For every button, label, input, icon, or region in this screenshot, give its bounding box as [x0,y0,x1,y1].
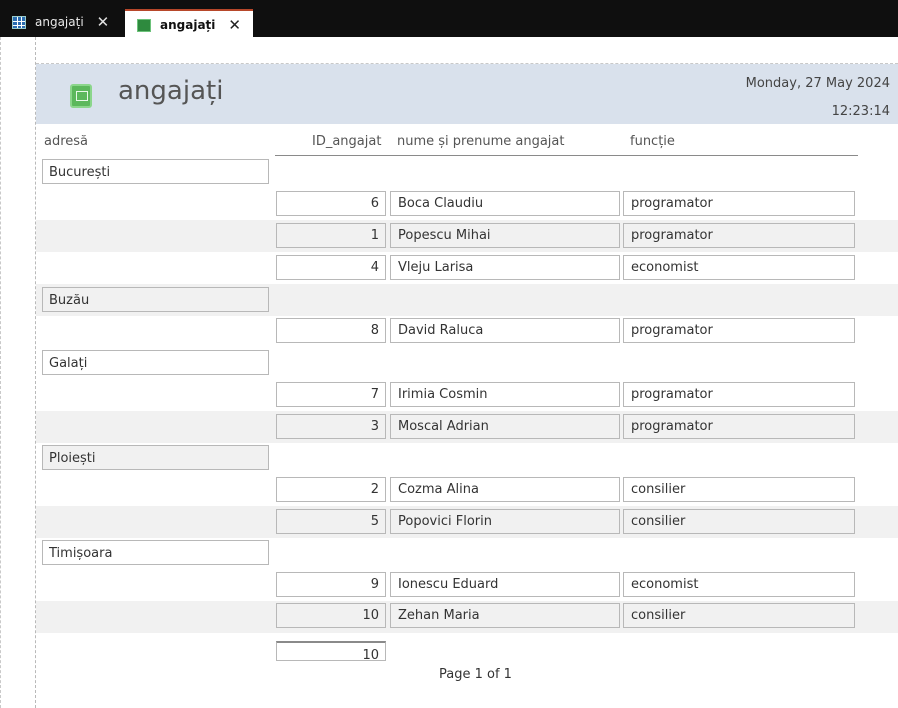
document-tab-bar: angajați ✕ angajați ✕ [0,0,898,39]
close-icon[interactable]: ✕ [228,16,241,34]
tab-label: angajați [160,18,216,32]
cell-id: 10 [276,603,386,628]
cell-name: Moscal Adrian [390,414,620,439]
tab-angajati-report[interactable]: angajați ✕ [125,9,253,39]
tab-label: angajați [35,15,84,29]
cell-name: Zehan Maria [390,603,620,628]
cell-id: 5 [276,509,386,534]
close-icon[interactable]: ✕ [97,13,110,31]
cell-function: programator [623,191,855,216]
column-header-name: nume și prenume angajat [397,134,565,149]
group-header-city: București [42,159,269,184]
tab-angajati-table[interactable]: angajați ✕ [12,9,109,35]
cell-function: consilier [623,477,855,502]
cell-name: Cozma Alina [390,477,620,502]
cell-function: consilier [623,509,855,534]
cell-name: David Raluca [390,318,620,343]
column-header-function: funcție [630,134,675,149]
report-time: 12:23:14 [831,104,890,119]
page-number: Page 1 of 1 [439,667,512,682]
group-header-city: Ploiești [42,445,269,470]
cell-function: programator [623,382,855,407]
report-icon [137,18,151,32]
cell-id: 3 [276,414,386,439]
cell-name: Popescu Mihai [390,223,620,248]
report-date: Monday, 27 May 2024 [745,76,890,91]
cell-function: economist [623,572,855,597]
report-title: angajați [118,76,224,106]
cell-function: economist [623,255,855,280]
cell-id: 9 [276,572,386,597]
cell-name: Popovici Florin [390,509,620,534]
cell-function: consilier [623,603,855,628]
cell-name: Irimia Cosmin [390,382,620,407]
cell-function: programator [623,223,855,248]
cell-name: Boca Claudiu [390,191,620,216]
cell-id: 6 [276,191,386,216]
group-header-city: Buzău [42,287,269,312]
cell-function: programator [623,318,855,343]
total-count: 10 [276,641,386,661]
cell-id: 7 [276,382,386,407]
cell-name: Vleju Larisa [390,255,620,280]
cell-name: Ionescu Eduard [390,572,620,597]
cell-function: programator [623,414,855,439]
left-margin-line [0,37,1,708]
column-header-id: ID_angajat [312,134,382,149]
cell-id: 2 [276,477,386,502]
header-underline [275,155,858,156]
cell-id: 4 [276,255,386,280]
group-header-city: Timișoara [42,540,269,565]
group-header-city: Galați [42,350,269,375]
table-icon [12,15,26,29]
cell-id: 1 [276,223,386,248]
report-icon [70,84,92,108]
column-header-adresa: adresă [44,134,89,149]
cell-id: 8 [276,318,386,343]
